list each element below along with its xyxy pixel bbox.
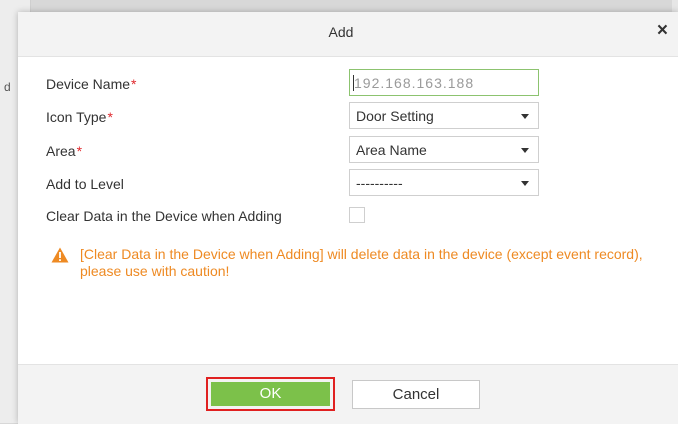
icon-type-value: Door Setting bbox=[356, 108, 434, 124]
ok-button[interactable]: OK bbox=[211, 382, 330, 406]
area-label: Area* bbox=[46, 143, 82, 159]
cancel-button[interactable]: Cancel bbox=[352, 380, 480, 409]
add-to-level-value: ---------- bbox=[356, 175, 403, 191]
dialog-titlebar: Add × bbox=[18, 12, 678, 57]
chevron-down-icon bbox=[521, 114, 529, 119]
warning-triangle-icon bbox=[51, 247, 69, 263]
add-to-level-label: Add to Level bbox=[46, 176, 124, 192]
area-value: Area Name bbox=[356, 142, 427, 158]
add-to-level-select[interactable]: ---------- bbox=[349, 169, 539, 196]
background-text-fragment: d bbox=[4, 80, 11, 94]
chevron-down-icon bbox=[521, 148, 529, 153]
dialog-footer: OK Cancel bbox=[18, 364, 678, 424]
clear-data-label-text: Clear Data in the Device when Adding bbox=[46, 208, 282, 224]
ok-button-highlight: OK bbox=[206, 377, 335, 411]
clear-data-warning: [Clear Data in the Device when Adding] w… bbox=[80, 246, 643, 279]
icon-type-label-text: Icon Type bbox=[46, 109, 107, 125]
area-label-text: Area bbox=[46, 143, 76, 159]
add-to-level-label-text: Add to Level bbox=[46, 176, 124, 192]
area-select[interactable]: Area Name bbox=[349, 136, 539, 163]
clear-data-label: Clear Data in the Device when Adding bbox=[46, 208, 282, 224]
add-device-dialog: Add × Device Name* 192.168.163.188 Icon … bbox=[18, 12, 678, 424]
clear-data-checkbox[interactable] bbox=[349, 207, 365, 223]
device-name-value: 192.168.163.188 bbox=[354, 75, 475, 91]
icon-type-select[interactable]: Door Setting bbox=[349, 102, 539, 129]
device-name-input[interactable]: 192.168.163.188 bbox=[349, 69, 539, 96]
dialog-title: Add bbox=[328, 24, 354, 40]
icon-type-label: Icon Type* bbox=[46, 109, 113, 125]
device-name-label-text: Device Name bbox=[46, 76, 131, 92]
required-mark: * bbox=[131, 76, 137, 92]
device-name-label: Device Name* bbox=[46, 76, 136, 92]
required-mark: * bbox=[76, 143, 83, 159]
close-icon[interactable]: × bbox=[657, 21, 668, 40]
required-mark: * bbox=[107, 109, 113, 125]
chevron-down-icon bbox=[521, 181, 529, 186]
